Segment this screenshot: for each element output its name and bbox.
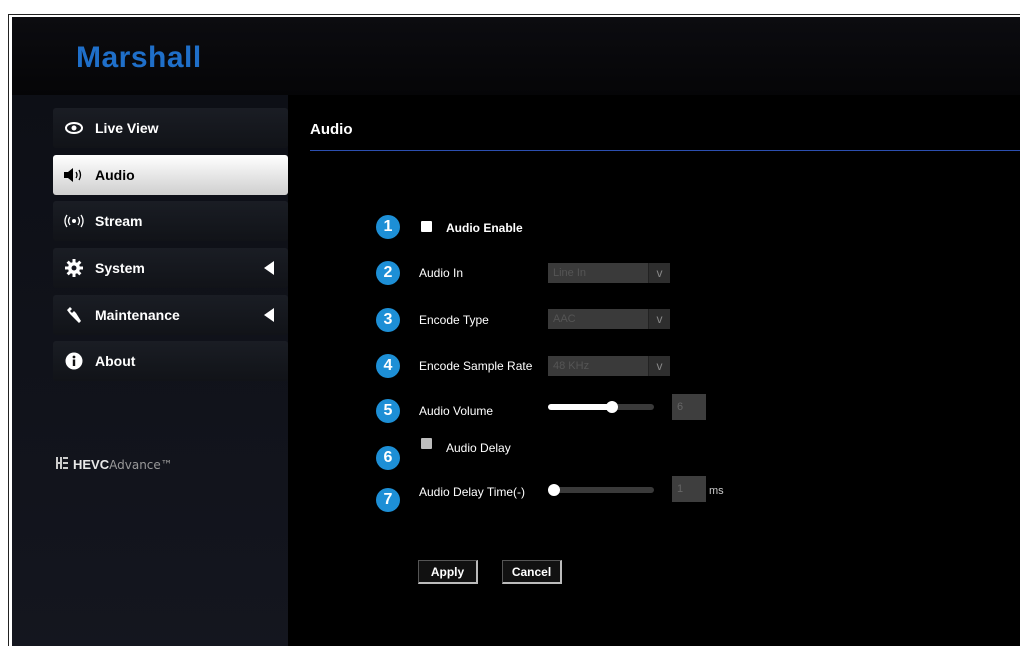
eye-icon (59, 122, 89, 134)
gear-icon (59, 259, 89, 277)
chevron-down-icon: v (648, 356, 670, 376)
expand-arrow-icon (264, 308, 274, 322)
audio-delay-checkbox[interactable] (421, 438, 432, 449)
title-divider (310, 150, 1020, 151)
audio-in-label: Audio In (419, 266, 464, 280)
step-badge: 3 (376, 308, 400, 332)
chevron-down-icon: v (648, 309, 670, 329)
audio-delay-time-label: Audio Delay Time(-) (419, 485, 526, 499)
sidebar-item-label: Live View (95, 120, 159, 136)
audio-delay-time-slider[interactable] (548, 484, 654, 496)
hevc-text: HEVC (73, 457, 110, 472)
audio-volume-value[interactable]: 6 (672, 394, 706, 420)
sidebar-item-system[interactable]: System (53, 248, 288, 288)
sidebar-item-maintenance[interactable]: Maintenance (53, 295, 288, 335)
slider-knob[interactable] (606, 401, 618, 413)
step-badge: 5 (376, 399, 400, 423)
audio-in-value: Line In (553, 267, 587, 279)
encode-type-select[interactable]: AAC v (548, 309, 670, 329)
step-badge: 6 (376, 446, 400, 470)
sidebar-item-about[interactable]: About (53, 341, 288, 381)
sidebar-item-live-view[interactable]: Live View (53, 108, 288, 148)
cancel-button[interactable]: Cancel (502, 560, 562, 584)
hevc-advance-logo: HEVC Advance™ (55, 456, 173, 473)
header-bar: Marshall (12, 17, 1020, 95)
advance-text: Advance™ (109, 457, 173, 472)
speaker-icon (59, 168, 89, 182)
marshall-logo: Marshall (76, 41, 202, 74)
audio-enable-checkbox[interactable] (421, 221, 432, 232)
sidebar-item-label: Audio (95, 167, 135, 183)
page-title: Audio (310, 121, 353, 138)
encode-type-label: Encode Type (419, 313, 489, 327)
info-icon (59, 352, 89, 370)
chevron-down-icon: v (648, 263, 670, 283)
wrench-icon (59, 306, 89, 324)
broadcast-icon (59, 214, 89, 228)
main-content: Audio 1 Audio Enable 2 Audio In Line In … (288, 95, 1020, 646)
step-badge: 1 (376, 215, 400, 239)
step-badge: 2 (376, 261, 400, 285)
audio-delay-time-value[interactable]: 1 (672, 476, 706, 502)
sidebar-item-stream[interactable]: Stream (53, 201, 288, 241)
step-badge: 4 (376, 354, 400, 378)
audio-in-select[interactable]: Line In v (548, 263, 670, 283)
app-window: Marshall Live View Audio Stream System M… (12, 17, 1020, 646)
sidebar-item-label: System (95, 260, 145, 276)
hevc-mark-icon (55, 456, 69, 473)
encode-type-value: AAC (553, 313, 576, 325)
encode-sample-rate-label: Encode Sample Rate (419, 359, 533, 373)
sidebar-item-label: About (95, 353, 136, 369)
slider-knob[interactable] (548, 484, 560, 496)
audio-enable-label: Audio Enable (446, 221, 523, 235)
audio-delay-label: Audio Delay (446, 441, 511, 455)
audio-volume-slider[interactable] (548, 401, 654, 413)
sidebar: Live View Audio Stream System Maintenanc… (12, 95, 288, 646)
encode-sample-rate-value: 48 KHz (553, 360, 590, 372)
audio-volume-label: Audio Volume (419, 404, 494, 418)
sidebar-item-audio[interactable]: Audio (53, 155, 288, 195)
sidebar-item-label: Maintenance (95, 307, 180, 323)
apply-button[interactable]: Apply (418, 560, 478, 584)
encode-sample-rate-select[interactable]: 48 KHz v (548, 356, 670, 376)
expand-arrow-icon (264, 261, 274, 275)
step-badge: 7 (376, 488, 400, 512)
delay-unit-label: ms (709, 485, 724, 497)
sidebar-item-label: Stream (95, 213, 143, 229)
slider-fill (548, 404, 612, 410)
